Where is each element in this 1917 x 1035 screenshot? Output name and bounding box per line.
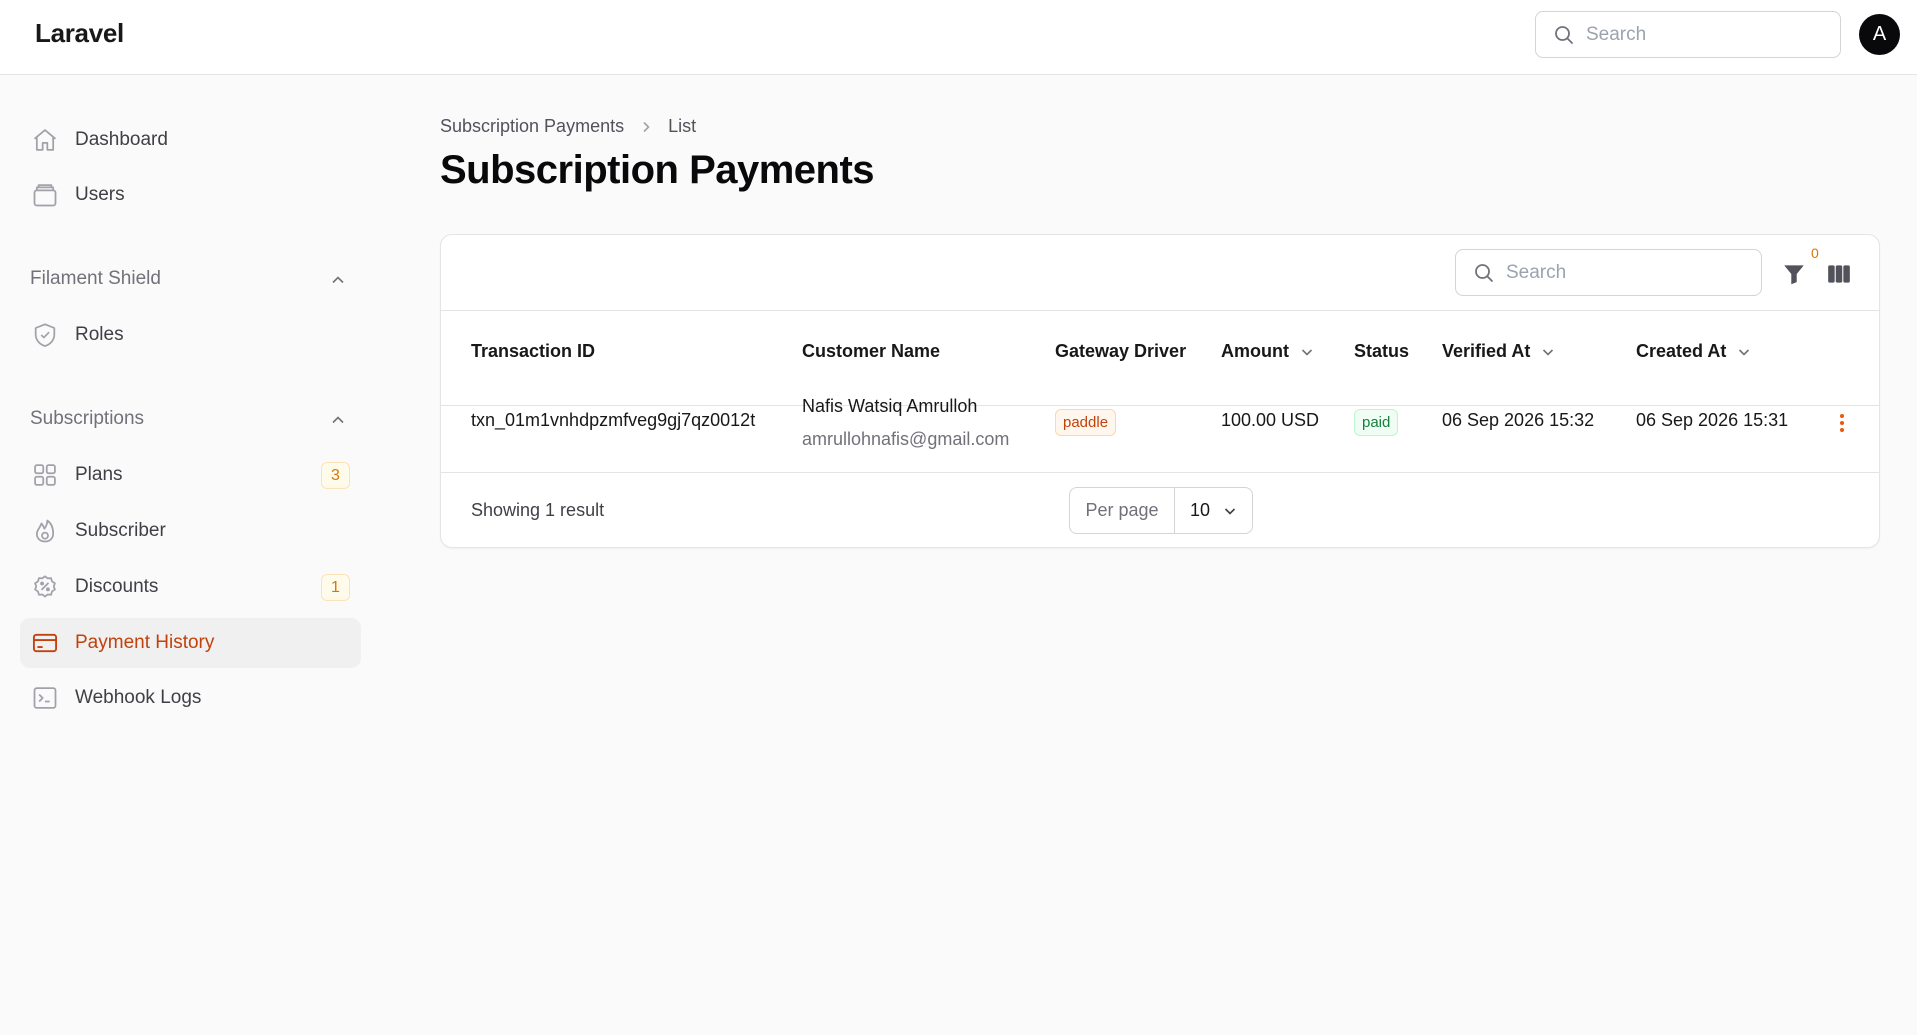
- columns-icon[interactable]: [1826, 261, 1852, 287]
- column-header-transaction-id: Transaction ID: [471, 341, 596, 361]
- page-title: Subscription Payments: [440, 148, 875, 192]
- table-search[interactable]: [1455, 249, 1762, 296]
- breadcrumb: Subscription Payments List: [440, 116, 696, 137]
- chevron-down-icon: [1299, 344, 1315, 360]
- payments-table: 0 Transaction ID Customer Name Gateway D…: [440, 234, 1880, 548]
- grid-icon: [31, 461, 59, 489]
- table-footer: Showing 1 result Per page 10: [441, 473, 1879, 549]
- fire-icon: [31, 517, 59, 545]
- home-icon: [31, 126, 59, 154]
- discount-icon: [31, 573, 59, 601]
- amount-cell: 100.00 USD: [1221, 410, 1320, 430]
- filter-count-badge: 0: [1811, 245, 1819, 261]
- filter-icon[interactable]: [1781, 261, 1807, 287]
- folder-icon: [31, 181, 59, 209]
- gateway-badge: paddle: [1055, 409, 1117, 436]
- transaction-id-cell: txn_01m1vnhdpzmfveg9gj7qz0012t: [471, 410, 756, 430]
- created-at-cell: 06 Sep 2026 15:31: [1636, 410, 1789, 430]
- sidebar-item-label: Payment History: [75, 632, 215, 653]
- sidebar-item-label: Users: [75, 184, 125, 205]
- search-icon: [1472, 261, 1496, 285]
- more-vertical-icon[interactable]: [1829, 412, 1855, 438]
- sidebar-item-label: Plans: [75, 464, 123, 485]
- table-search-input[interactable]: [1506, 261, 1726, 284]
- verified-at-cell: 06 Sep 2026 15:32: [1442, 410, 1595, 430]
- sidebar-item-label: Subscriber: [75, 520, 166, 541]
- brand-logo[interactable]: Laravel: [35, 18, 124, 49]
- chevron-down-icon: [1736, 344, 1752, 360]
- chevron-up-icon[interactable]: [328, 410, 348, 430]
- column-header-gateway-driver: Gateway Driver: [1055, 341, 1187, 361]
- search-icon: [1552, 23, 1576, 47]
- sidebar-item-label: Webhook Logs: [75, 687, 202, 708]
- sidebar-item-plans[interactable]: Plans 3: [20, 450, 361, 500]
- credit-card-icon: [31, 629, 59, 657]
- count-badge: 1: [321, 574, 350, 601]
- sidebar-item-label: Dashboard: [75, 129, 168, 150]
- group-label-filament-shield[interactable]: Filament Shield: [30, 268, 161, 290]
- chevron-down-icon: [1222, 503, 1238, 519]
- global-search-input[interactable]: [1586, 23, 1806, 46]
- column-header-amount[interactable]: Amount: [1221, 341, 1315, 362]
- topbar: Laravel A: [0, 0, 1917, 75]
- breadcrumb-current: List: [668, 116, 697, 136]
- user-avatar[interactable]: A: [1859, 14, 1900, 55]
- result-count: Showing 1 result: [471, 500, 605, 520]
- per-page-label: Per page: [1070, 488, 1175, 533]
- sidebar-item-discounts[interactable]: Discounts 1: [20, 562, 361, 612]
- chevron-up-icon[interactable]: [328, 270, 348, 290]
- table-toolbar: 0: [441, 235, 1879, 311]
- terminal-icon: [31, 684, 59, 712]
- sidebar-item-webhook-logs[interactable]: Webhook Logs: [20, 673, 361, 723]
- per-page-value[interactable]: 10: [1175, 488, 1252, 533]
- group-label-subscriptions[interactable]: Subscriptions: [30, 408, 144, 430]
- customer-email-cell: amrullohnafis@gmail.com: [802, 429, 1010, 449]
- global-search[interactable]: [1535, 11, 1841, 58]
- sidebar-item-payment-history[interactable]: Payment History: [20, 618, 361, 668]
- column-header-verified-at[interactable]: Verified At: [1442, 341, 1556, 362]
- per-page-select[interactable]: Per page 10: [1069, 487, 1253, 534]
- count-badge: 3: [321, 462, 350, 489]
- shield-check-icon: [31, 321, 59, 349]
- sidebar-item-label: Roles: [75, 324, 124, 345]
- sidebar-item-label: Discounts: [75, 576, 159, 597]
- chevron-right-icon: [638, 119, 654, 135]
- sidebar-item-roles[interactable]: Roles: [20, 310, 361, 360]
- sidebar: Dashboard Users Filament Shield Roles Su…: [0, 75, 370, 1035]
- status-badge: paid: [1354, 409, 1399, 436]
- chevron-down-icon: [1540, 344, 1556, 360]
- column-header-created-at[interactable]: Created At: [1636, 341, 1752, 362]
- breadcrumb-parent[interactable]: Subscription Payments: [440, 116, 624, 137]
- table-row[interactable]: txn_01m1vnhdpzmfveg9gj7qz0012t Nafis Wat…: [441, 372, 1879, 473]
- column-header-customer-name: Customer Name: [802, 341, 941, 361]
- column-header-status: Status: [1354, 341, 1410, 361]
- sidebar-item-users[interactable]: Users: [20, 170, 361, 220]
- sidebar-item-subscriber[interactable]: Subscriber: [20, 506, 361, 556]
- sidebar-item-dashboard[interactable]: Dashboard: [20, 115, 361, 165]
- customer-name-cell: Nafis Watsiq Amrulloh: [802, 396, 978, 416]
